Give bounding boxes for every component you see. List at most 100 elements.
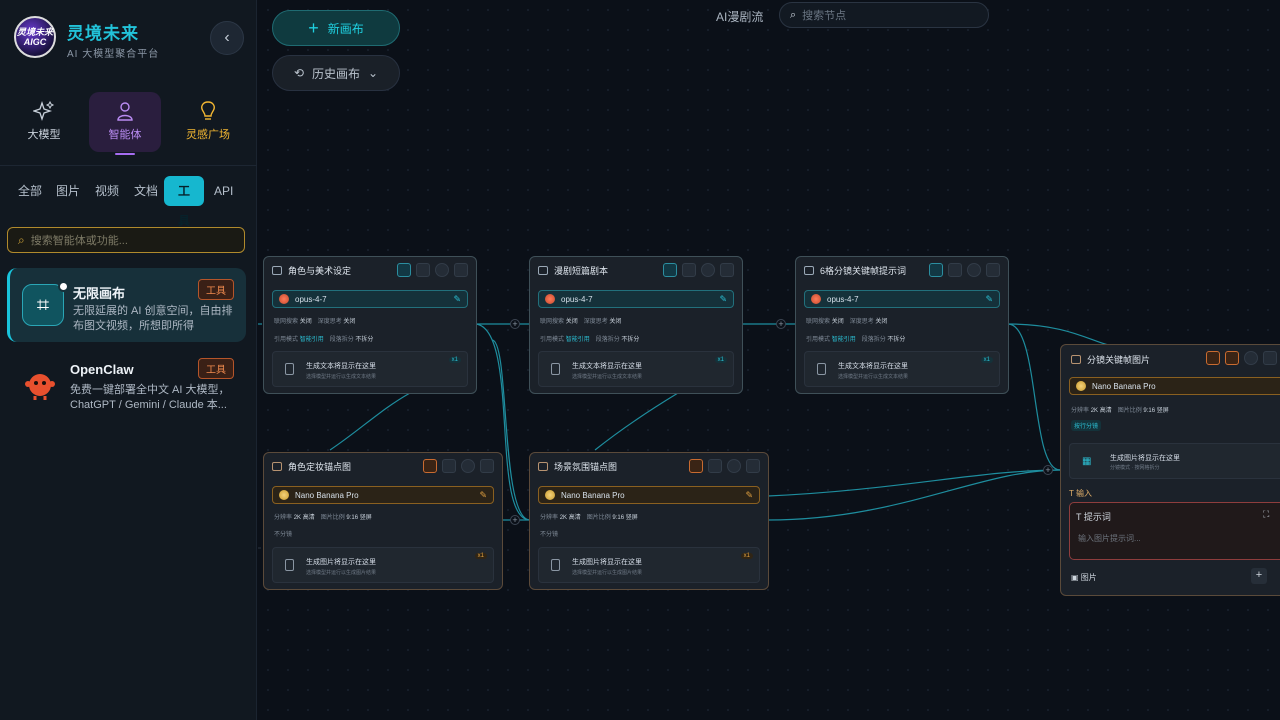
check-icon[interactable]: [461, 459, 475, 473]
check-icon[interactable]: [701, 263, 715, 277]
meta-key: 引用模式: [806, 337, 831, 343]
layout-icon[interactable]: [689, 459, 703, 473]
connector-port[interactable]: +: [510, 319, 520, 329]
layout-icon[interactable]: [929, 263, 943, 277]
picture-icon: [285, 559, 294, 571]
node-meta: 不分镜: [274, 529, 292, 538]
count-badge: x1: [740, 553, 753, 559]
output-title: 生成文本将显示在这里: [572, 363, 642, 370]
add-image-button[interactable]: +: [1251, 568, 1267, 584]
model-selector[interactable]: Nano Banana Pro: [1069, 377, 1280, 395]
output-title: 生成图片将显示在这里: [306, 559, 376, 566]
check-icon[interactable]: [1244, 351, 1258, 365]
output-preview: ▦ 生成图片将显示在这里 分镜模式 · 按网格拆分: [1069, 443, 1280, 479]
banana-icon: [1076, 381, 1086, 391]
more-icon[interactable]: [986, 263, 1000, 277]
layout-icon[interactable]: [1206, 351, 1220, 365]
blank-icon[interactable]: [416, 263, 430, 277]
blank-icon[interactable]: [708, 459, 722, 473]
prompt-input[interactable]: T 提示词 ⛶ 输入图片提示词...: [1069, 502, 1280, 560]
check-icon[interactable]: [435, 263, 449, 277]
model-name: Nano Banana Pro: [295, 490, 359, 500]
more-icon[interactable]: [746, 459, 760, 473]
layout-icon[interactable]: [423, 459, 437, 473]
panel-icon[interactable]: [1225, 351, 1239, 365]
claude-logo-icon: [279, 294, 289, 304]
blank-icon[interactable]: [948, 263, 962, 277]
meta-value: 智能引用: [831, 337, 856, 343]
more-icon[interactable]: [454, 263, 468, 277]
expand-icon[interactable]: ⛶: [1263, 509, 1269, 520]
edit-icon: ✎: [985, 293, 993, 304]
layout-icon[interactable]: [663, 263, 677, 277]
output-preview: 生成图片将显示在这里 选择模型并运行以生成图片结果 x1: [538, 547, 760, 583]
image-icon: [272, 462, 282, 471]
connector-port[interactable]: +: [510, 515, 520, 525]
meta-key: 段落拆分: [329, 337, 354, 343]
node-character-anchor-image[interactable]: 角色定妆锚点图 Nano Banana Pro ✎ 分辨率 2K 高清 图片比例 …: [263, 452, 503, 590]
node-scene-anchor-image[interactable]: 场景氛围锚点图 Nano Banana Pro ✎ 分辨率 2K 高清 图片比例 …: [529, 452, 769, 590]
model-name: opus-4-7: [827, 294, 859, 304]
blank-icon[interactable]: [442, 459, 456, 473]
image-icon: [538, 462, 548, 471]
meta-value: 关闭: [299, 319, 312, 325]
node-role-art-setting[interactable]: 角色与美术设定 opus-4-7 ✎ 联网搜索 关闭 深度思考 关闭 引用模式 智…: [263, 256, 477, 394]
meta-key: 分辨率: [540, 515, 559, 521]
picture-icon: [551, 559, 560, 571]
count-badge: x1: [474, 553, 487, 559]
connector-port[interactable]: +: [1043, 465, 1053, 475]
output-subtitle: 选择模型并运行以生成图片结果: [306, 570, 377, 576]
meta-key: 分辨率: [1071, 408, 1090, 414]
blank-icon[interactable]: [682, 263, 696, 277]
meta-value: 2K 高清: [559, 515, 581, 521]
check-icon[interactable]: [727, 459, 741, 473]
meta-value: 9:16 竖屏: [1143, 408, 1169, 414]
meta-value: 不拆分: [621, 337, 640, 343]
node-title: 场景氛围锚点图: [554, 462, 618, 472]
grid-icon: ▦: [1082, 456, 1092, 467]
output-subtitle: 选择模型并运行以生成文本结果: [838, 374, 909, 380]
count-badge: x1: [448, 357, 461, 363]
node-short-script[interactable]: 漫剧短篇剧本 opus-4-7 ✎ 联网搜索 关闭 深度思考 关闭 引用模式 智能…: [529, 256, 743, 394]
meta-value: 关闭: [831, 319, 844, 325]
node-storyboard-keyframe-image[interactable]: 分镜关键帧图片 Nano Banana Pro 分辨率 2K 高清 图片比例 9…: [1060, 344, 1280, 596]
meta-key: 深度思考: [317, 319, 342, 325]
node-title: 角色定妆锚点图: [288, 462, 352, 472]
meta-key: 图片比例: [1117, 408, 1142, 414]
model-selector[interactable]: opus-4-7 ✎: [538, 290, 734, 308]
check-icon[interactable]: [967, 263, 981, 277]
more-icon[interactable]: [720, 263, 734, 277]
more-icon[interactable]: [1263, 351, 1277, 365]
meta-value: 9:16 竖屏: [346, 515, 372, 521]
prompt-label: T 提示词: [1076, 510, 1111, 523]
node-meta: 不分镜: [540, 529, 558, 538]
input-section-label: T 输入: [1069, 488, 1092, 499]
node-meta: 联网搜索 关闭 深度思考 关闭: [274, 316, 355, 325]
model-selector[interactable]: opus-4-7 ✎: [804, 290, 1000, 308]
meta-value: 智能引用: [299, 337, 324, 343]
meta-key: 深度思考: [849, 319, 874, 325]
output-subtitle: 选择模型并运行以生成文本结果: [572, 374, 643, 380]
model-selector[interactable]: opus-4-7 ✎: [272, 290, 468, 308]
edit-icon: ✎: [479, 489, 487, 500]
node-meta: 分辨率 2K 高清 图片比例 9:16 竖屏: [540, 512, 638, 521]
edit-icon: ✎: [453, 293, 461, 304]
meta-key: 不分镜: [540, 532, 559, 538]
banana-icon: [279, 490, 289, 500]
chat-icon: [538, 266, 548, 275]
layout-icon[interactable]: [397, 263, 411, 277]
count-badge: x1: [714, 357, 727, 363]
model-selector[interactable]: Nano Banana Pro ✎: [272, 486, 494, 504]
model-name: Nano Banana Pro: [1092, 381, 1156, 391]
node-keyframe-prompts[interactable]: 6格分镜关键帧提示词 opus-4-7 ✎ 联网搜索 关闭 深度思考 关闭 引用模…: [795, 256, 1009, 394]
document-icon: [817, 363, 826, 375]
edit-icon: ✎: [745, 489, 753, 500]
meta-value: 不拆分: [355, 337, 374, 343]
more-icon[interactable]: [480, 459, 494, 473]
meta-value: 关闭: [609, 319, 622, 325]
model-selector[interactable]: Nano Banana Pro ✎: [538, 486, 760, 504]
output-title: 生成文本将显示在这里: [838, 363, 908, 370]
meta-key: 引用模式: [540, 337, 565, 343]
connector-port[interactable]: +: [776, 319, 786, 329]
count-badge: x1: [980, 357, 993, 363]
